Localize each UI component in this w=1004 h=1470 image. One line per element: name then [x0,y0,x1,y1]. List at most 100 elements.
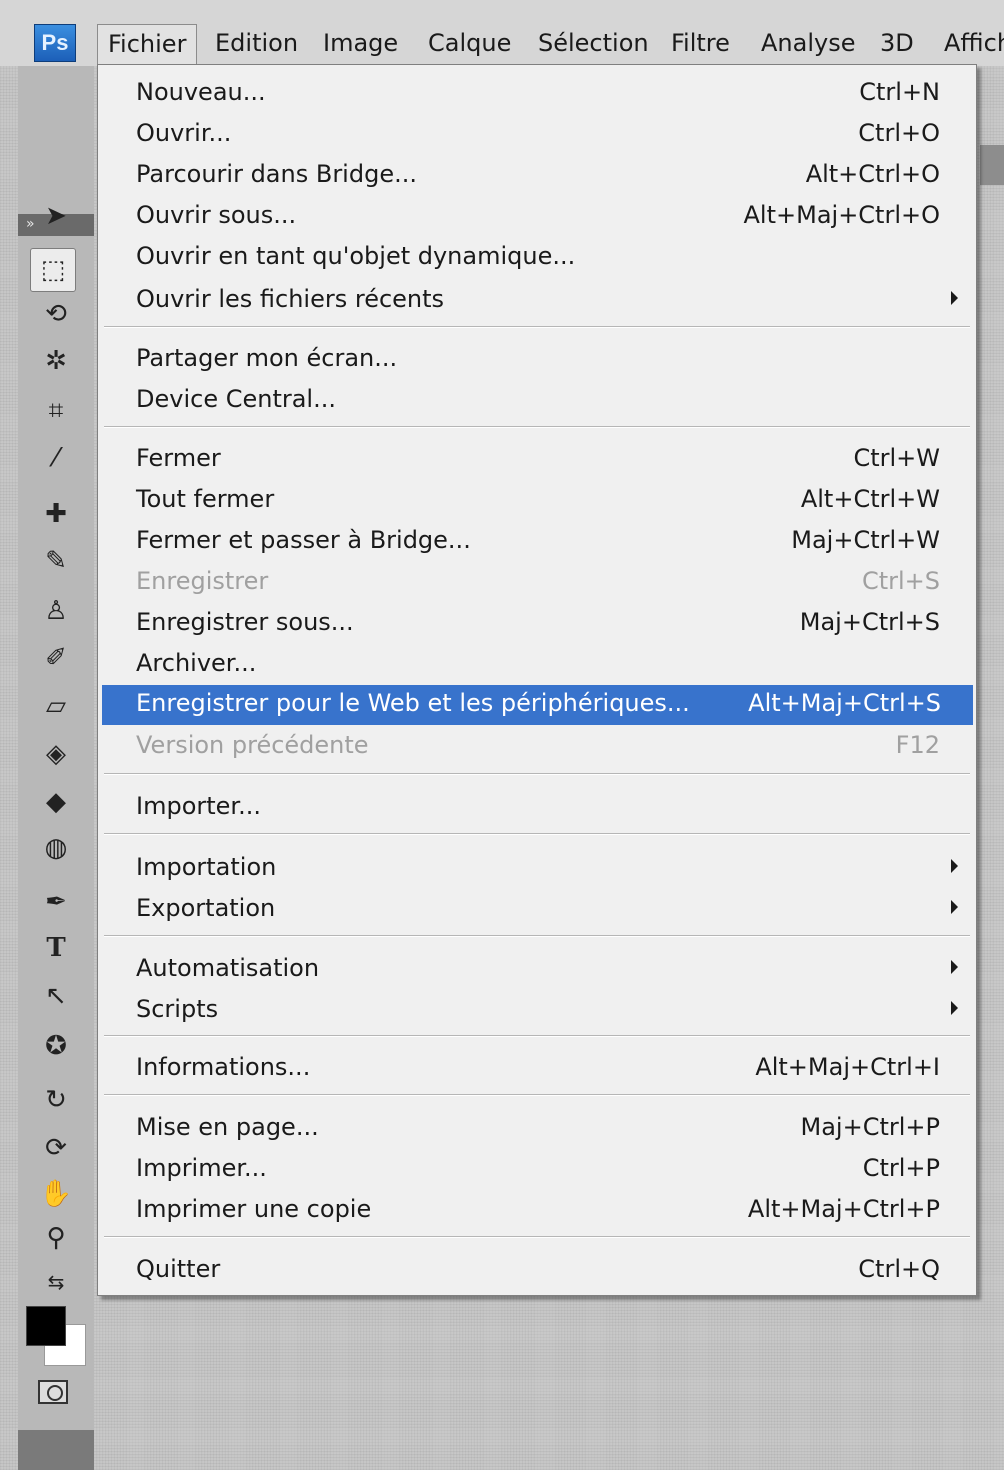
menu-item-label: Archiver... [136,649,257,677]
menu-item-label: Importation [136,853,277,881]
menu-item-shortcut: Alt+Ctrl+O [805,160,940,188]
move-tool-icon[interactable]: ➤ [28,196,84,236]
menu-3d[interactable]: 3D [880,24,914,64]
menu-item-shortcut: Ctrl+S [861,567,940,595]
menu-item-imprimer-copie[interactable]: Imprimer une copie Alt+Maj+Ctrl+P [102,1193,972,1229]
menu-item-mise-en-page[interactable]: Mise en page... Maj+Ctrl+P [102,1111,972,1147]
menu-analyse[interactable]: Analyse [761,24,855,64]
menu-item-label: Enregistrer sous... [136,608,354,636]
menu-item-label: Partager mon écran... [136,344,398,372]
submenu-arrow-icon [951,859,958,873]
submenu-arrow-icon [951,960,958,974]
menu-item-label: Parcourir dans Bridge... [136,160,417,188]
menu-item-label: Enregistrer pour le Web et les périphéri… [136,689,690,717]
shape-tool-icon[interactable]: ✪ [28,1026,84,1066]
menu-item-importer[interactable]: Importer... [102,790,972,826]
menu-item-shortcut: Maj+Ctrl+W [791,526,940,554]
menu-edition[interactable]: Edition [215,24,298,64]
history-brush-tool-icon[interactable]: ✐ [28,638,84,678]
menu-item-fichiers-recents[interactable]: Ouvrir les fichiers récents [102,283,972,319]
menu-item-label: Device Central... [136,385,336,413]
3d-rotate-tool-icon[interactable]: ↻ [28,1080,84,1120]
paint-bucket-tool-icon[interactable]: ◈ [28,734,84,774]
menu-item-tout-fermer[interactable]: Tout fermer Alt+Ctrl+W [102,483,972,519]
menu-item-shortcut: Alt+Maj+Ctrl+O [743,201,941,229]
menu-item-label: Fermer [136,444,221,472]
crop-tool-icon[interactable]: ⌗ [28,391,84,431]
menu-item-parcourir-bridge[interactable]: Parcourir dans Bridge... Alt+Ctrl+O [102,158,972,194]
menu-separator [104,833,970,835]
menu-item-label: Scripts [136,995,219,1023]
menu-fichier[interactable]: Fichier [97,24,198,66]
menu-item-imprimer[interactable]: Imprimer... Ctrl+P [102,1152,972,1188]
menu-item-importation[interactable]: Importation [102,851,972,887]
menu-separator [104,773,970,775]
menu-separator [104,1035,970,1037]
menu-item-fermer-bridge[interactable]: Fermer et passer à Bridge... Maj+Ctrl+W [102,524,972,560]
menu-item-label: Nouveau... [136,78,266,106]
menu-item-ouvrir[interactable]: Ouvrir... Ctrl+O [102,117,972,153]
menu-item-enregistrer-sous[interactable]: Enregistrer sous... Maj+Ctrl+S [102,606,972,642]
menu-item-label: Version précédente [136,731,369,759]
submenu-arrow-icon [951,1001,958,1015]
submenu-arrow-icon [951,291,958,305]
menu-item-shortcut: Ctrl+N [859,78,940,106]
menu-item-shortcut: Alt+Maj+Ctrl+I [755,1053,940,1081]
menu-item-automatisation[interactable]: Automatisation [102,952,972,988]
menu-item-fermer[interactable]: Fermer Ctrl+W [102,442,972,478]
menu-item-enregistrer: Enregistrer Ctrl+S [102,565,972,601]
menu-item-label: Tout fermer [136,485,275,513]
blur-tool-icon[interactable]: ◆ [28,782,84,822]
path-selection-tool-icon[interactable]: ↖ [28,976,84,1016]
menu-item-partager-ecran[interactable]: Partager mon écran... [102,342,972,378]
magic-wand-tool-icon[interactable]: ✲ [28,341,84,381]
menu-separator [104,935,970,937]
menu-item-exportation[interactable]: Exportation [102,892,972,928]
quick-mask-icon[interactable] [38,1380,68,1404]
menu-filtre[interactable]: Filtre [671,24,730,64]
menu-separator [104,1094,970,1096]
eyedropper-tool-icon[interactable]: ⁄ [28,438,84,478]
menu-item-shortcut: F12 [895,731,940,759]
foreground-color-swatch[interactable] [26,1306,66,1346]
menu-item-shortcut: Ctrl+O [858,119,940,147]
menu-item-ouvrir-objet-dynamique[interactable]: Ouvrir en tant qu'objet dynamique... [102,240,972,276]
3d-orbit-tool-icon[interactable]: ⟳ [28,1128,84,1168]
dodge-tool-icon[interactable]: ◍ [28,828,84,868]
menu-item-archiver[interactable]: Archiver... [102,647,972,683]
menu-item-ouvrir-sous[interactable]: Ouvrir sous... Alt+Maj+Ctrl+O [102,199,972,235]
menu-item-shortcut: Ctrl+P [862,1154,940,1182]
type-tool-icon[interactable]: T [28,928,84,968]
menu-item-label: Exportation [136,894,276,922]
menu-item-scripts[interactable]: Scripts [102,993,972,1029]
menu-selection[interactable]: Sélection [538,24,649,64]
brush-tool-icon[interactable]: ✎ [28,541,84,581]
menu-affichage[interactable]: Affich [944,24,1004,64]
menu-item-device-central[interactable]: Device Central... [102,383,972,419]
rectangular-marquee-tool-icon[interactable]: ⬚ [30,248,76,292]
menu-item-shortcut: Alt+Ctrl+W [800,485,940,513]
hand-tool-icon[interactable]: ✋ [28,1174,84,1214]
clone-stamp-tool-icon[interactable]: ♙ [28,591,84,631]
menu-item-enregistrer-web[interactable]: Enregistrer pour le Web et les périphéri… [102,685,973,725]
menu-item-label: Informations... [136,1053,311,1081]
menu-item-label: Importer... [136,792,261,820]
swap-colors-icon[interactable]: ⇆ [28,1262,84,1302]
menu-image[interactable]: Image [323,24,398,64]
pen-tool-icon[interactable]: ✒ [28,882,84,922]
menu-item-quitter[interactable]: Quitter Ctrl+Q [102,1253,972,1289]
menu-item-nouveau[interactable]: Nouveau... Ctrl+N [102,76,972,112]
zoom-tool-icon[interactable]: ⚲ [28,1218,84,1258]
menu-item-shortcut: Maj+Ctrl+S [799,608,940,636]
tools-panel-footer [18,1430,94,1470]
menu-item-informations[interactable]: Informations... Alt+Maj+Ctrl+I [102,1051,972,1087]
panel-dock-edge [980,145,1004,185]
menu-item-label: Mise en page... [136,1113,319,1141]
menu-item-shortcut: Alt+Maj+Ctrl+P [747,1195,940,1223]
menu-calque[interactable]: Calque [428,24,511,64]
eraser-tool-icon[interactable]: ▱ [28,686,84,726]
menu-item-label: Quitter [136,1255,221,1283]
lasso-tool-icon[interactable]: ⟲ [28,294,84,334]
healing-brush-tool-icon[interactable]: ✚ [28,494,84,534]
menu-item-label: Ouvrir sous... [136,201,297,229]
